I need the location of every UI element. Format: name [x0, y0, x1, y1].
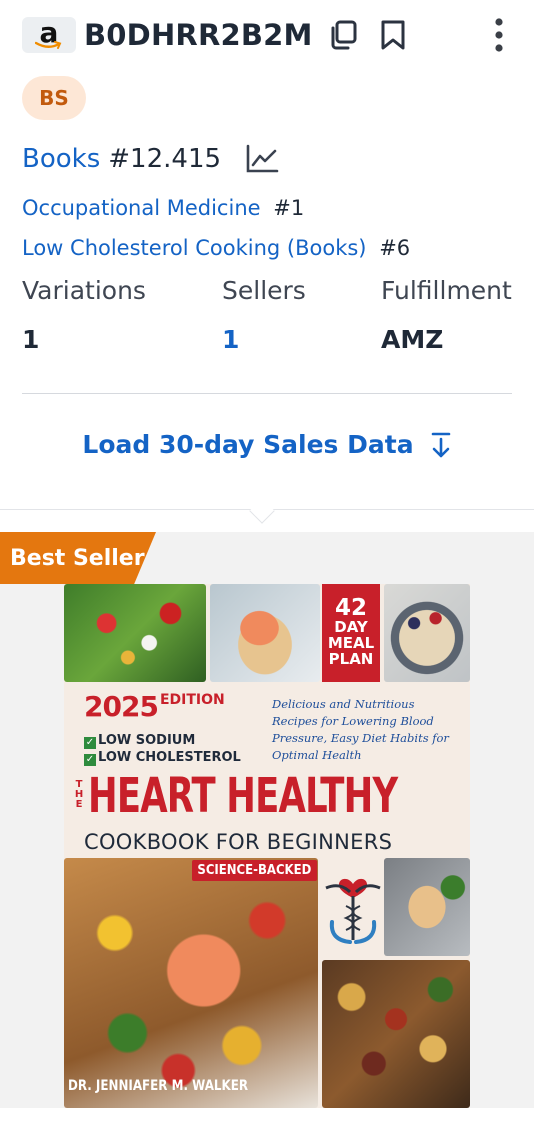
check-icon: ✓: [84, 754, 96, 766]
subrank-row: Low Cholesterol Cooking (Books) #6: [22, 236, 410, 260]
sellers-link[interactable]: 1: [222, 325, 306, 354]
salad-photo: [64, 584, 206, 682]
subrank-row: Occupational Medicine #1: [22, 196, 304, 220]
check-icon: ✓: [84, 737, 96, 749]
cover-tagline: Delicious and Nutritious Recipes for Low…: [272, 697, 449, 762]
edition-text: EDITION: [159, 692, 225, 708]
load-sales-data-label: Load 30-day Sales Data: [82, 430, 414, 459]
stat-value: 1: [22, 325, 40, 354]
more-vertical-icon[interactable]: [494, 17, 504, 53]
asin-text: B0DHRR2B2M: [84, 18, 313, 52]
subrank-value: #1: [273, 196, 305, 220]
stat-label: Variations: [22, 276, 146, 305]
cover-author: DR. JENNIAFER M. WALKER: [68, 1078, 249, 1094]
chart-line-icon[interactable]: [245, 144, 279, 174]
salmon-toast-photo: [210, 584, 320, 682]
meal-plan-number: 42: [334, 595, 367, 621]
arrow-down-icon: [431, 432, 450, 457]
amazon-logo[interactable]: a: [22, 16, 76, 53]
rank-category-link[interactable]: Books: [22, 144, 100, 174]
product-info-panel: a B0DHRR2B2M BS Books #12.415 Occupation…: [0, 0, 534, 510]
main-rank: Books #12.415: [22, 144, 279, 174]
stat-fulfillment: Fulfillment AMZ: [381, 276, 512, 354]
header-row: a B0DHRR2B2M: [22, 14, 512, 56]
cover-subtitle: COOKBOOK FOR BEGINNERS: [84, 830, 393, 854]
rank-value: #12.415: [108, 144, 222, 174]
stat-variations: Variations 1: [22, 276, 146, 354]
divider: [22, 393, 512, 394]
edition-year: 2025: [84, 690, 159, 723]
cover-title: HEART HEALTHY: [88, 768, 398, 824]
roasted-vegetables-photo: [322, 960, 470, 1108]
meal-plan-badge: 42 DAY MEAL PLAN: [322, 584, 380, 682]
subrank-category-link[interactable]: Low Cholesterol Cooking (Books): [22, 236, 367, 260]
diet-checks: ✓ LOW SODIUM ✓ LOW CHOLESTEROL: [84, 732, 241, 766]
chicken-broccoli-photo: [384, 858, 470, 956]
baked-salmon-photo: [64, 858, 318, 1108]
cover-the: THE: [74, 779, 84, 810]
subrank-value: #6: [379, 236, 411, 260]
bookmark-icon[interactable]: [379, 18, 407, 52]
meal-plan-text: PLAN: [328, 649, 374, 668]
best-seller-ribbon: Best Seller: [0, 532, 156, 584]
amazon-smile-icon: [35, 41, 62, 49]
check-label: LOW SODIUM: [98, 733, 196, 748]
oatmeal-photo: [384, 584, 470, 682]
edition-label: 2025 EDITION: [84, 690, 225, 723]
best-seller-badge: BS: [22, 76, 86, 120]
product-cover-image[interactable]: 42 DAY MEAL PLAN 2025 EDITION ✓ LOW SODIUM…: [64, 584, 470, 1108]
stat-sellers: Sellers 1: [222, 276, 306, 354]
stat-value: AMZ: [381, 325, 444, 354]
caduceus-heart-icon: [325, 878, 381, 944]
stat-label: Fulfillment: [381, 276, 512, 305]
science-backed-badge: SCIENCE-BACKED: [192, 860, 317, 881]
check-label: LOW CHOLESTEROL: [98, 750, 241, 765]
copy-icon[interactable]: [327, 18, 361, 52]
load-sales-data-button[interactable]: Load 30-day Sales Data: [0, 430, 534, 459]
subrank-category-link[interactable]: Occupational Medicine: [22, 196, 261, 220]
stat-label: Sellers: [222, 276, 306, 305]
